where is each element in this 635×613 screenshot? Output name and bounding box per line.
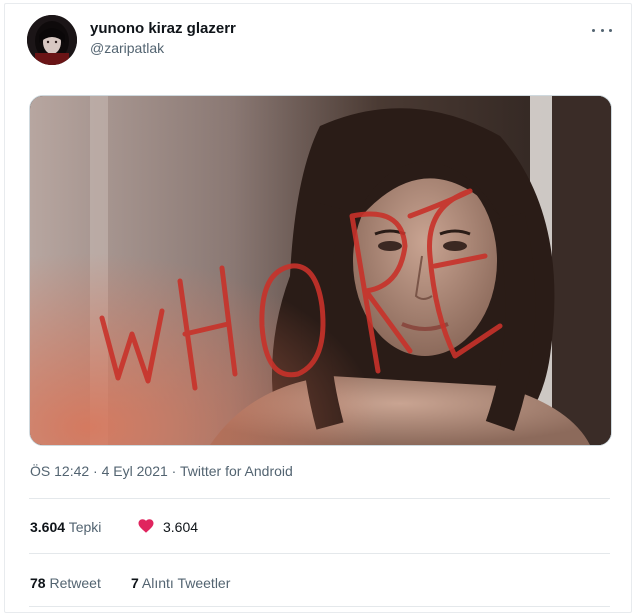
tweet-time[interactable]: ÖS 12:42 (30, 463, 89, 479)
retweets-label: Retweet (49, 575, 101, 591)
reactions-count: 3.604 (30, 519, 66, 535)
media-image (30, 96, 611, 445)
tweet-source[interactable]: Twitter for Android (180, 463, 293, 479)
likes-count[interactable]: 3.604 (163, 519, 198, 535)
quotes-label: Alıntı Tweetler (141, 575, 231, 591)
separator: · (171, 463, 177, 479)
reactions-label: Tepki (68, 519, 102, 535)
divider (29, 606, 610, 607)
tweet-timestamp[interactable]: ÖS 12:42 · 4 Eyl 2021 · Twitter for Andr… (30, 463, 293, 479)
divider (29, 553, 610, 554)
retweets-count: 78 (30, 575, 46, 591)
tweet-date[interactable]: 4 Eyl 2021 (102, 463, 168, 479)
quotes-stat[interactable]: 7 Alıntı Tweetler (131, 575, 230, 591)
divider (29, 498, 610, 499)
avatar-image (27, 15, 77, 65)
reactions-stat[interactable]: 3.604 Tepki (30, 519, 101, 535)
display-name[interactable]: yunono kiraz glazerr (90, 20, 236, 37)
more-horizontal-icon[interactable] (592, 22, 612, 38)
separator: · (93, 463, 98, 479)
quotes-count: 7 (131, 575, 139, 591)
heart-icon[interactable] (137, 517, 155, 535)
tweet-media[interactable] (29, 95, 612, 446)
retweets-stat[interactable]: 78 Retweet (30, 575, 101, 591)
avatar[interactable] (27, 15, 77, 65)
user-handle[interactable]: @zaripatlak (90, 40, 164, 56)
